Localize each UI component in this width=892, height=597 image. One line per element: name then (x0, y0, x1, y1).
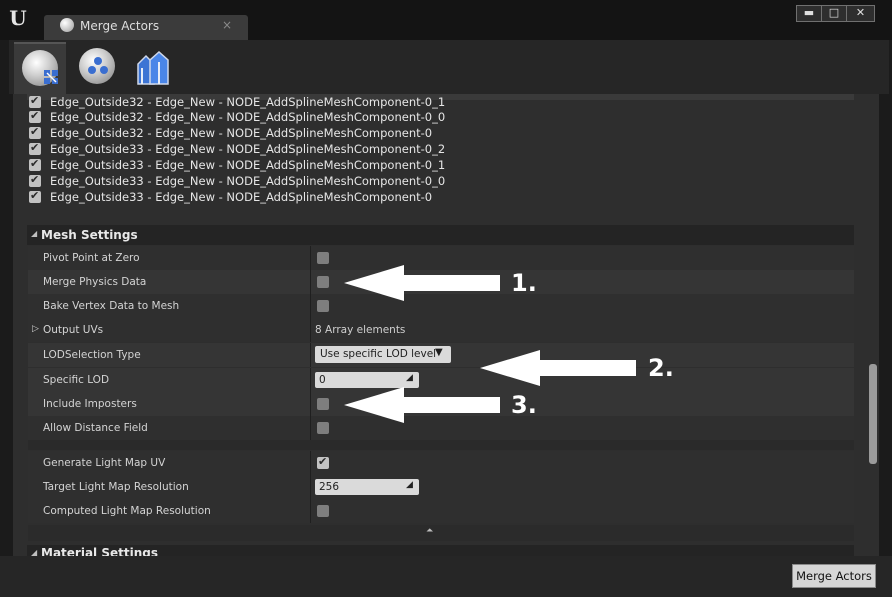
column-divider (310, 294, 311, 318)
mesh-settings-title: Mesh Settings (41, 228, 138, 242)
material-settings-header[interactable]: ◢ Material Settings (27, 545, 854, 556)
target-light-map-row: Target Light Map Resolution 256 ◢ (28, 475, 854, 499)
tab-merge-actors[interactable]: Merge Actors × (44, 15, 248, 40)
merge-physics-checkbox[interactable] (317, 276, 329, 288)
column-divider (310, 475, 311, 499)
collapse-arrow-icon: ◢ (31, 229, 38, 238)
unreal-logo-icon: U (9, 6, 27, 30)
merge-actors-tab-icon (60, 18, 74, 32)
component-checkbox[interactable] (29, 157, 41, 171)
numeric-value: 256 (319, 481, 340, 493)
arrow-annotation-3 (344, 387, 500, 423)
column-divider (310, 451, 311, 475)
include-imposters-checkbox[interactable] (317, 398, 329, 410)
merge-actors-button[interactable]: Merge Actors (792, 564, 876, 588)
output-uvs-row: ▷ Output UVs 8 Array elements (28, 318, 854, 342)
prop-label: Include Imposters (43, 398, 137, 410)
prop-label: Output UVs (43, 324, 104, 336)
component-label: Edge_Outside33 - Edge_New - NODE_AddSpli… (50, 142, 446, 156)
component-label: Edge_Outside32 - Edge_New - NODE_AddSpli… (50, 95, 446, 109)
dropdown-arrow-icon: ▼ (435, 347, 443, 358)
column-divider (310, 416, 311, 440)
component-checkbox[interactable] (29, 125, 41, 139)
vertical-scrollbar[interactable] (869, 364, 877, 464)
column-divider (310, 368, 311, 392)
prop-label: Specific LOD (43, 374, 110, 386)
collapse-arrow-icon: ◢ (31, 548, 38, 556)
prop-label: Computed Light Map Resolution (43, 505, 211, 517)
generate-light-map-row: Generate Light Map UV (28, 451, 854, 475)
material-settings-title: Material Settings (41, 546, 158, 556)
column-divider (310, 318, 311, 342)
expand-arrow-icon[interactable]: ▷ (32, 324, 39, 334)
target-light-map-input[interactable]: 256 ◢ (315, 479, 419, 495)
close-button[interactable]: ✕ (846, 5, 875, 22)
lod-selection-dropdown[interactable]: Use specific LOD level ▼ (315, 346, 451, 363)
component-label: Edge_Outside32 - Edge_New - NODE_AddSpli… (50, 126, 433, 140)
column-divider (310, 392, 311, 416)
merge-actors-tool-button[interactable] (14, 42, 66, 94)
cluster-icon (88, 57, 108, 74)
tab-close-icon[interactable]: × (222, 18, 232, 32)
group-spacer (28, 440, 854, 450)
output-uvs-value: 8 Array elements (315, 324, 406, 336)
footer-bar: Merge Actors (0, 556, 892, 597)
arrow-annotation-1 (344, 265, 500, 301)
drag-handle-icon[interactable]: ◢ (406, 480, 413, 490)
arrow-annotation-2 (480, 350, 636, 386)
component-label: Edge_Outside33 - Edge_New - NODE_AddSpli… (50, 158, 446, 172)
annotation-label-3: 3. (511, 391, 537, 419)
component-label: Edge_Outside33 - Edge_New - NODE_AddSpli… (50, 174, 446, 188)
component-checkbox[interactable] (29, 141, 41, 155)
component-label: Edge_Outside32 - Edge_New - NODE_AddSpli… (50, 110, 446, 124)
drag-handle-icon[interactable]: ◢ (406, 373, 413, 383)
annotation-label-2: 2. (648, 354, 674, 382)
advanced-collapse-row[interactable]: ⏶ (28, 525, 854, 541)
bake-vertex-checkbox[interactable] (317, 300, 329, 312)
hlod-instancing-tool-button[interactable] (126, 42, 178, 92)
component-checkbox[interactable] (29, 109, 41, 123)
annotation-label-1: 1. (511, 269, 537, 297)
computed-light-map-checkbox[interactable] (317, 505, 329, 517)
column-divider (310, 499, 311, 523)
column-divider (310, 246, 311, 270)
collapse-up-icon: ⏶ (426, 526, 434, 536)
column-divider (310, 270, 311, 294)
buildings-icon (137, 50, 169, 85)
computed-light-map-row: Computed Light Map Resolution (28, 499, 854, 523)
allow-distance-field-checkbox[interactable] (317, 422, 329, 434)
dropdown-value: Use specific LOD level (320, 348, 437, 360)
component-checkbox[interactable] (29, 173, 41, 187)
prop-label: Target Light Map Resolution (43, 481, 189, 493)
merge-grid-icon (44, 70, 58, 84)
prop-label: Merge Physics Data (43, 276, 147, 288)
prop-label: Pivot Point at Zero (43, 252, 140, 264)
merge-mode-toolbar (9, 40, 889, 94)
lod-selection-row: LODSelection Type Use specific LOD level… (28, 343, 854, 367)
generate-light-map-checkbox[interactable] (317, 455, 329, 469)
maximize-button[interactable]: □ (821, 5, 847, 22)
column-divider (310, 343, 311, 367)
prop-label: Bake Vertex Data to Mesh (43, 300, 180, 312)
numeric-value: 0 (319, 374, 326, 386)
component-label: Edge_Outside33 - Edge_New - NODE_AddSpli… (50, 190, 433, 204)
prop-label: Generate Light Map UV (43, 457, 166, 469)
title-bar: U Merge Actors × ▬ □ ✕ (0, 0, 892, 40)
tab-title: Merge Actors (80, 19, 160, 33)
prop-label: LODSelection Type (43, 349, 141, 361)
pivot-point-checkbox[interactable] (317, 252, 329, 264)
component-checkbox[interactable] (29, 94, 41, 108)
mesh-settings-header[interactable]: ◢ Mesh Settings (27, 225, 854, 245)
details-panel: Edge_Outside32 - Edge_New - NODE_AddSpli… (13, 94, 879, 556)
prop-label: Allow Distance Field (43, 422, 148, 434)
component-checkbox[interactable] (29, 189, 41, 203)
proxy-mesh-tool-button[interactable] (71, 42, 123, 92)
minimize-button[interactable]: ▬ (796, 5, 822, 22)
